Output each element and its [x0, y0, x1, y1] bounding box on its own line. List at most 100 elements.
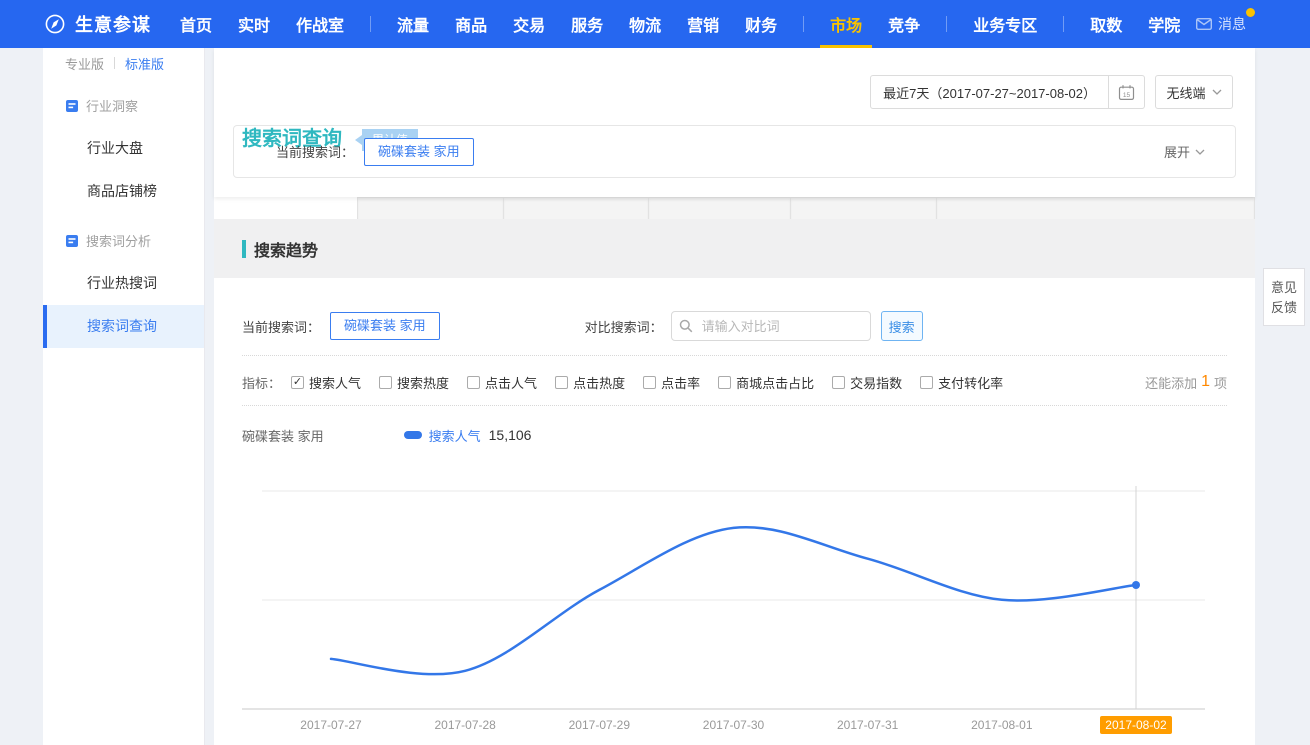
checkbox-icon[interactable]	[832, 376, 845, 389]
date-range-picker[interactable]: 最近7天（2017-07-27~2017-08-02） 15	[870, 75, 1145, 109]
calendar-icon[interactable]: 15	[1108, 76, 1144, 108]
nav-item-学院[interactable]: 学院	[1148, 0, 1180, 48]
feedback-button[interactable]: 意见 反馈	[1263, 268, 1305, 326]
checkbox-icon[interactable]	[555, 376, 568, 389]
remaining-prefix: 还能添加	[1145, 373, 1197, 392]
current-term-label: 当前搜索词：	[276, 142, 354, 161]
app-window: 生意参谋 首页实时作战室 流量商品交易服务物流营销财务 市场竞争 业务专区 取数学院 消…	[0, 0, 1310, 745]
messages-button[interactable]: 消息	[1196, 14, 1246, 34]
nav-item-作战室[interactable]: 作战室	[296, 0, 344, 48]
legend-row: 碗碟套装 家用 搜索人气 15,106	[242, 424, 531, 446]
nav-item-业务专区[interactable]: 业务专区	[973, 0, 1037, 48]
sidebar-item-行业热搜词[interactable]: 行业热搜词	[43, 262, 204, 305]
metric-label: 交易指数	[850, 373, 902, 392]
current-term-tag[interactable]: 碗碟套装 家用	[364, 138, 474, 166]
expand-link[interactable]: 展开	[1164, 142, 1205, 161]
page-header-card: 搜索词查询 累计值 最近7天（2017-07-27~2017-08-02） 15…	[214, 48, 1255, 197]
chevron-down-icon	[1195, 149, 1205, 155]
sidebar-menu: 行业洞察行业大盘商品店铺榜搜索词分析行业热搜词搜索词查询	[43, 84, 204, 348]
x-axis-label: 2017-07-29	[569, 718, 631, 732]
nav-item-实时[interactable]: 实时	[238, 0, 270, 48]
metric-checkbox-点击热度[interactable]: 点击热度	[555, 373, 625, 392]
nav-item-商品[interactable]: 商品	[455, 0, 487, 48]
highlighted-date-label: 2017-08-02	[1105, 718, 1167, 732]
tab-cell-4[interactable]	[648, 197, 791, 219]
compare-term-input[interactable]	[671, 311, 871, 341]
nav-divider	[803, 16, 804, 32]
nav-item-市场[interactable]: 市场	[830, 0, 862, 48]
checkbox-icon[interactable]	[467, 376, 480, 389]
nav-item-服务[interactable]: 服务	[571, 0, 603, 48]
nav-item-取数[interactable]: 取数	[1090, 0, 1122, 48]
metric-label: 点击人气	[485, 373, 537, 392]
remaining-suffix: 项	[1214, 373, 1227, 392]
line-chart-canvas: 2017-07-272017-07-282017-07-292017-07-30…	[240, 470, 1255, 738]
tab-cell-5[interactable]	[790, 197, 937, 219]
checkbox-icon[interactable]	[643, 376, 656, 389]
nav-item-竞争[interactable]: 竞争	[888, 0, 920, 48]
search-button[interactable]: 搜索	[881, 311, 923, 341]
report-icon	[65, 99, 79, 113]
x-axis-label: 2017-07-27	[300, 718, 362, 732]
device-select[interactable]: 无线端	[1155, 75, 1233, 109]
metrics-label: 指标：	[242, 373, 281, 392]
tab-cell-3[interactable]	[503, 197, 649, 219]
checkbox-icon[interactable]	[718, 376, 731, 389]
tab-cell-6[interactable]	[936, 197, 1255, 219]
nav-item-物流[interactable]: 物流	[629, 0, 661, 48]
section-header: 搜索趋势	[214, 219, 1255, 278]
brand-name: 生意参谋	[75, 11, 151, 37]
trend-chart: 2017-07-272017-07-282017-07-292017-07-30…	[240, 470, 1255, 738]
messages-label: 消息	[1218, 14, 1246, 34]
version-tab-standard[interactable]: 标准版	[125, 54, 164, 73]
section-title: 搜索趋势	[254, 237, 318, 261]
metric-label: 点击热度	[573, 373, 625, 392]
sidebar-item-行业大盘[interactable]: 行业大盘	[43, 127, 204, 170]
remaining-count: 1	[1201, 373, 1210, 391]
x-axis-label: 2017-07-28	[434, 718, 496, 732]
sidebar-group-行业洞察: 行业洞察	[43, 84, 204, 127]
nav-item-首页[interactable]: 首页	[180, 0, 212, 48]
metric-label: 搜索热度	[397, 373, 449, 392]
current-term-filter-box: 当前搜索词： 碗碟套装 家用 展开	[233, 125, 1236, 178]
x-axis-label: 2017-08-01	[971, 718, 1033, 732]
legend-metric-name: 搜索人气	[429, 426, 481, 445]
end-point-dot	[1132, 581, 1140, 589]
checkbox-icon[interactable]	[379, 376, 392, 389]
legend-metric-value: 15,106	[489, 427, 532, 443]
nav-item-财务[interactable]: 财务	[745, 0, 777, 48]
compare-input-wrap	[671, 311, 871, 341]
current-term-tag[interactable]: 碗碟套装 家用	[330, 312, 440, 340]
checkbox-icon[interactable]	[920, 376, 933, 389]
metric-label: 商城点击占比	[736, 373, 814, 392]
version-tab-professional[interactable]: 专业版	[65, 54, 104, 73]
chevron-down-icon	[1212, 89, 1222, 95]
compare-term-label: 对比搜索词：	[585, 317, 663, 336]
nav-item-营销[interactable]: 营销	[687, 0, 719, 48]
checkbox-checked-icon[interactable]: ✓	[291, 376, 304, 389]
legend-line-marker	[404, 431, 422, 439]
divider	[114, 57, 115, 69]
nav-item-交易[interactable]: 交易	[513, 0, 545, 48]
tab-cell-1[interactable]	[214, 197, 358, 219]
metric-checkbox-点击率[interactable]: 点击率	[643, 373, 700, 392]
metric-checkbox-支付转化率[interactable]: 支付转化率	[920, 373, 1003, 392]
legend-item-search-popularity[interactable]: 搜索人气 15,106	[404, 426, 532, 445]
feedback-line1: 意见	[1271, 280, 1297, 295]
nav-item-流量[interactable]: 流量	[397, 0, 429, 48]
metric-checkbox-交易指数[interactable]: 交易指数	[832, 373, 902, 392]
divider	[242, 355, 1227, 356]
sycm-logo-icon	[44, 13, 66, 35]
metric-options: ✓ 搜索人气 搜索热度 点击人气 点击热度点击率 商城点击占比 交易指数支付转化率	[291, 373, 1021, 392]
metric-checkbox-商城点击占比[interactable]: 商城点击占比	[718, 373, 814, 392]
tab-cell-2[interactable]	[357, 197, 504, 219]
sidebar-item-搜索词查询[interactable]: 搜索词查询	[43, 305, 204, 348]
brand[interactable]: 生意参谋	[44, 11, 151, 37]
nav-divider	[370, 16, 371, 32]
metric-checkbox-点击人气[interactable]: 点击人气	[467, 373, 537, 392]
metric-checkbox-搜索热度[interactable]: 搜索热度	[379, 373, 449, 392]
metric-checkbox-搜索人气[interactable]: ✓ 搜索人气	[291, 373, 361, 392]
metric-label: 搜索人气	[309, 373, 361, 392]
sidebar-item-商品店铺榜[interactable]: 商品店铺榜	[43, 170, 204, 213]
sidebar-group-label: 搜索词分析	[86, 231, 151, 250]
